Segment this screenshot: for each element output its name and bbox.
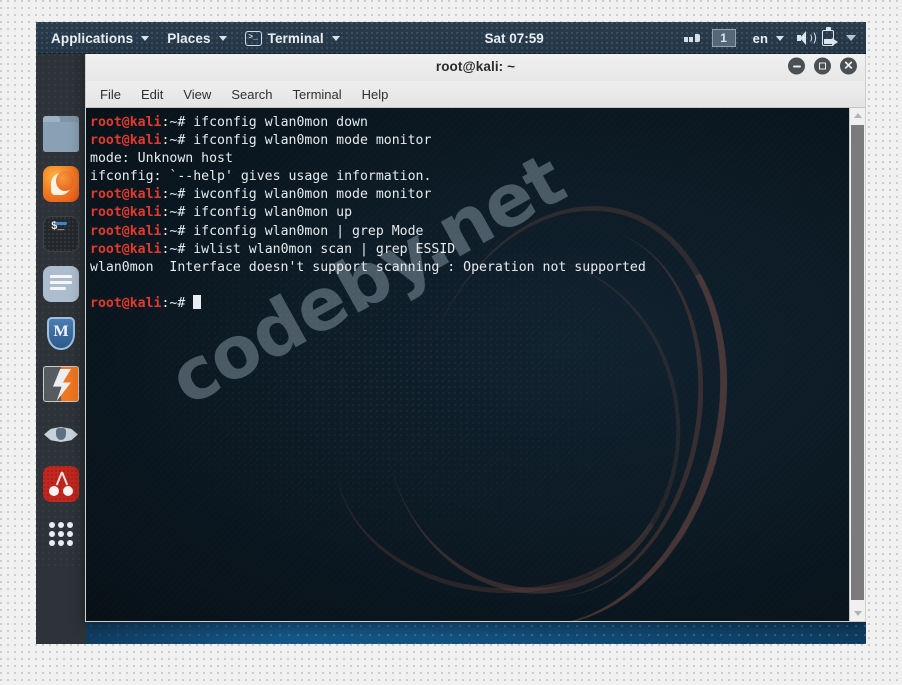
maximize-button[interactable]	[814, 57, 831, 75]
dock-item-text-editor[interactable]	[43, 266, 79, 302]
terminal-body[interactable]: codeby.net root@kali:~# ifconfig wlan0mo…	[85, 108, 866, 622]
terminal-command: ifconfig wlan0mon up	[193, 205, 353, 221]
dock-item-beef[interactable]	[43, 466, 79, 502]
terminal-line: mode: Unknown host	[90, 150, 849, 168]
menu-terminal[interactable]: Terminal	[293, 87, 342, 102]
keyboard-layout-label: en	[752, 30, 769, 46]
dock-item-burpsuite[interactable]	[43, 366, 79, 402]
terminal-command: ifconfig wlan0mon down	[193, 115, 368, 130]
terminal-prompt-user: root@kali	[90, 223, 162, 239]
terminal-command: ifconfig wlan0mon | grep Mode	[193, 223, 424, 239]
terminal-prompt-user: root@kali	[90, 133, 162, 149]
terminal-prompt-tail: :~#	[161, 205, 194, 221]
terminal-line: wlan0mon Interface doesn't support scann…	[90, 259, 849, 277]
dock-item-show-applications[interactable]	[43, 516, 79, 552]
running-indicator	[55, 222, 67, 225]
scroll-up-button[interactable]	[850, 108, 865, 123]
terminal-prompt-tail: :~#	[161, 295, 194, 311]
terminal-line: root@kali:~# ifconfig wlan0mon mode moni…	[90, 132, 849, 150]
close-button[interactable]: ✕	[840, 57, 857, 75]
terminal-window: root@kali: ~ ✕ File Edit View Search Ter…	[85, 50, 866, 622]
terminal-output-text: mode: Unknown host	[90, 151, 233, 167]
window-titlebar[interactable]: root@kali: ~ ✕	[85, 50, 866, 81]
applications-menu[interactable]: Applications	[42, 27, 158, 49]
minimize-icon	[792, 65, 801, 67]
menu-view[interactable]: View	[183, 87, 211, 102]
dock-item-files[interactable]	[43, 116, 79, 152]
terminal-line: root@kali:~# iwconfig wlan0mon mode moni…	[90, 186, 849, 204]
menu-help[interactable]: Help	[362, 87, 389, 102]
places-menu-label: Places	[167, 30, 211, 46]
minimize-button[interactable]	[788, 57, 805, 75]
window-controls: ✕	[788, 57, 857, 75]
terminal-prompt-user: root@kali	[90, 241, 162, 257]
top-panel: Applications Places >_ Terminal Sat 07:5…	[36, 22, 866, 54]
menu-file[interactable]: File	[100, 87, 121, 102]
terminal-line: root@kali:~# ifconfig wlan0mon | grep Mo…	[90, 223, 849, 241]
maximize-icon	[819, 62, 826, 70]
terminal-prompt-tail: :~#	[161, 133, 194, 149]
battery-charging-icon[interactable]	[822, 27, 839, 46]
screenshot-root: Applications Places >_ Terminal Sat 07:5…	[0, 0, 902, 685]
terminal-line	[90, 277, 849, 295]
chevron-up-icon	[853, 113, 862, 118]
terminal-output[interactable]: root@kali:~# ifconfig wlan0mon down root@…	[86, 108, 849, 621]
window-title: root@kali: ~	[435, 58, 516, 74]
system-menu-chevron-icon[interactable]	[846, 35, 857, 41]
scrollbar-track[interactable]	[850, 123, 865, 606]
places-menu[interactable]: Places	[158, 27, 235, 49]
chevron-down-icon	[141, 35, 150, 41]
terminal-prompt-user: root@kali	[90, 295, 162, 311]
terminal-output-text: ifconfig: `--help' gives usage informati…	[90, 169, 432, 185]
keyboard-layout-menu[interactable]: en	[744, 27, 793, 49]
dock-item-wireshark[interactable]	[43, 416, 79, 452]
metasploit-letter: M	[53, 323, 69, 340]
scrollbar-thumb[interactable]	[851, 125, 864, 600]
favorites-dock: $_ M	[36, 54, 86, 644]
menu-search[interactable]: Search	[231, 87, 272, 102]
terminal-window-menu[interactable]: >_ Terminal	[236, 27, 349, 49]
chevron-down-icon	[331, 35, 340, 41]
dock-item-firefox[interactable]	[43, 166, 79, 202]
terminal-scrollbar[interactable]	[849, 108, 865, 621]
terminal-command: iwconfig wlan0mon mode monitor	[193, 187, 432, 203]
terminal-prompt-user: root@kali	[90, 115, 162, 130]
chevron-down-icon	[218, 35, 227, 41]
terminal-icon: >_	[244, 30, 262, 46]
terminal-prompt-user: root@kali	[90, 187, 162, 203]
terminal-window-menu-label: Terminal	[267, 30, 324, 46]
workspace-switcher[interactable]: 1	[711, 29, 736, 47]
terminal-line: ifconfig: `--help' gives usage informati…	[90, 168, 849, 186]
terminal-prompt-tail: :~#	[161, 223, 194, 239]
terminal-prompt-tail: :~#	[161, 241, 194, 257]
chevron-down-icon	[853, 611, 862, 616]
terminal-prompt-tail: :~#	[161, 187, 194, 203]
screen-recorder-icon[interactable]	[683, 34, 700, 42]
terminal-command: ifconfig wlan0mon mode monitor	[193, 133, 432, 149]
terminal-command: iwlist wlan0mon scan | grep ESSID	[193, 241, 456, 257]
menu-edit[interactable]: Edit	[141, 87, 163, 102]
clock[interactable]: Sat 07:59	[485, 31, 544, 46]
terminal-output-text: wlan0mon Interface doesn't support scann…	[90, 259, 646, 275]
desktop: Applications Places >_ Terminal Sat 07:5…	[36, 22, 866, 644]
terminal-line: root@kali:~# iwlist wlan0mon scan | grep…	[90, 241, 849, 259]
volume-icon[interactable]	[797, 30, 817, 46]
close-icon: ✕	[843, 58, 854, 73]
dock-item-metasploit[interactable]: M	[43, 316, 79, 352]
terminal-line: root@kali:~# ifconfig wlan0mon up	[90, 204, 849, 222]
window-menubar: File Edit View Search Terminal Help	[85, 81, 866, 108]
applications-menu-label: Applications	[51, 30, 134, 46]
dock-item-terminal[interactable]: $_	[43, 216, 79, 252]
terminal-line: root@kali:~#	[90, 294, 849, 313]
terminal-prompt-tail: :~#	[161, 115, 194, 130]
chevron-down-icon	[776, 35, 785, 41]
scroll-down-button[interactable]	[850, 606, 865, 621]
terminal-line: root@kali:~# ifconfig wlan0mon down	[90, 114, 849, 132]
terminal-prompt-user: root@kali	[90, 205, 162, 221]
terminal-cursor	[193, 294, 202, 309]
